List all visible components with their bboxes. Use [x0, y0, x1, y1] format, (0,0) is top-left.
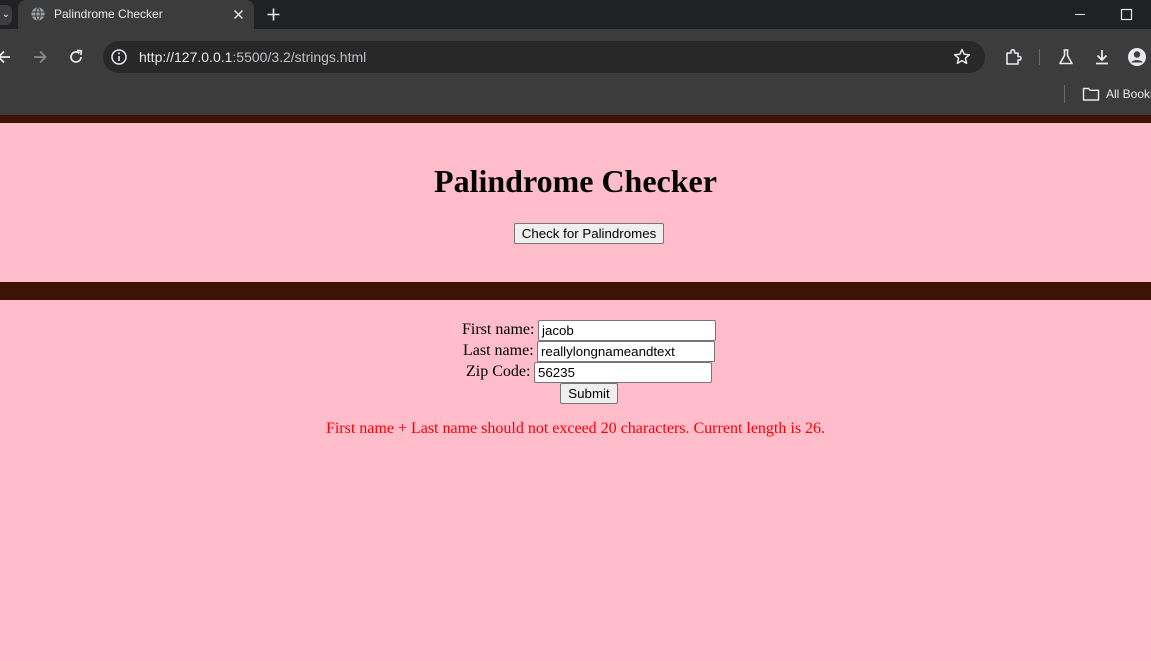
info-icon[interactable]: [110, 48, 128, 66]
url-host: http://127.0.0.1: [139, 49, 233, 65]
last-name-input[interactable]: reallylongnameandtext: [537, 341, 715, 362]
first-name-label: First name:: [462, 321, 535, 338]
forward-icon[interactable]: [30, 47, 50, 67]
globe-icon: [31, 7, 45, 21]
page-title: Palindrome Checker: [434, 163, 717, 199]
section-divider: [0, 282, 1151, 300]
maximize-icon[interactable]: [1103, 0, 1149, 29]
top-divider: [0, 115, 1151, 123]
minimize-icon[interactable]: [1057, 0, 1103, 29]
folder-icon: [1082, 87, 1100, 101]
page-body: Palindrome Checker Check for Palindromes…: [0, 115, 1151, 661]
first-name-input[interactable]: jacob: [538, 320, 716, 341]
zip-code-label: Zip Code:: [466, 363, 531, 380]
profile-icon[interactable]: [1127, 47, 1147, 67]
browser-tab[interactable]: Palindrome Checker: [18, 0, 254, 29]
check-palindromes-button[interactable]: Check for Palindromes: [514, 223, 664, 244]
url-path: :5500/3.2/strings.html: [232, 49, 367, 65]
close-icon[interactable]: [231, 7, 246, 22]
zip-code-input[interactable]: 56235: [534, 362, 712, 383]
last-name-label: Last name:: [463, 342, 534, 359]
tab-title: Palindrome Checker: [54, 7, 163, 21]
bookmarks-divider: [1064, 85, 1065, 103]
labs-icon[interactable]: [1056, 47, 1076, 67]
all-bookmarks-link[interactable]: All Bookmarks: [1106, 78, 1151, 110]
back-icon[interactable]: [0, 47, 14, 67]
extensions-icon[interactable]: [1003, 47, 1023, 67]
download-icon[interactable]: [1092, 47, 1112, 67]
url-text[interactable]: http://127.0.0.1:5500/3.2/strings.html: [139, 41, 366, 73]
tab-menu-icon[interactable]: ⌄: [0, 5, 12, 25]
submit-button[interactable]: Submit: [560, 383, 618, 404]
plus-icon[interactable]: [265, 6, 282, 23]
reload-icon[interactable]: [66, 47, 86, 67]
toolbar-divider: [1039, 49, 1040, 65]
star-icon[interactable]: [952, 47, 972, 67]
error-message: First name + Last name should not exceed…: [325, 420, 826, 437]
bookmarks-bar: [0, 78, 1151, 115]
